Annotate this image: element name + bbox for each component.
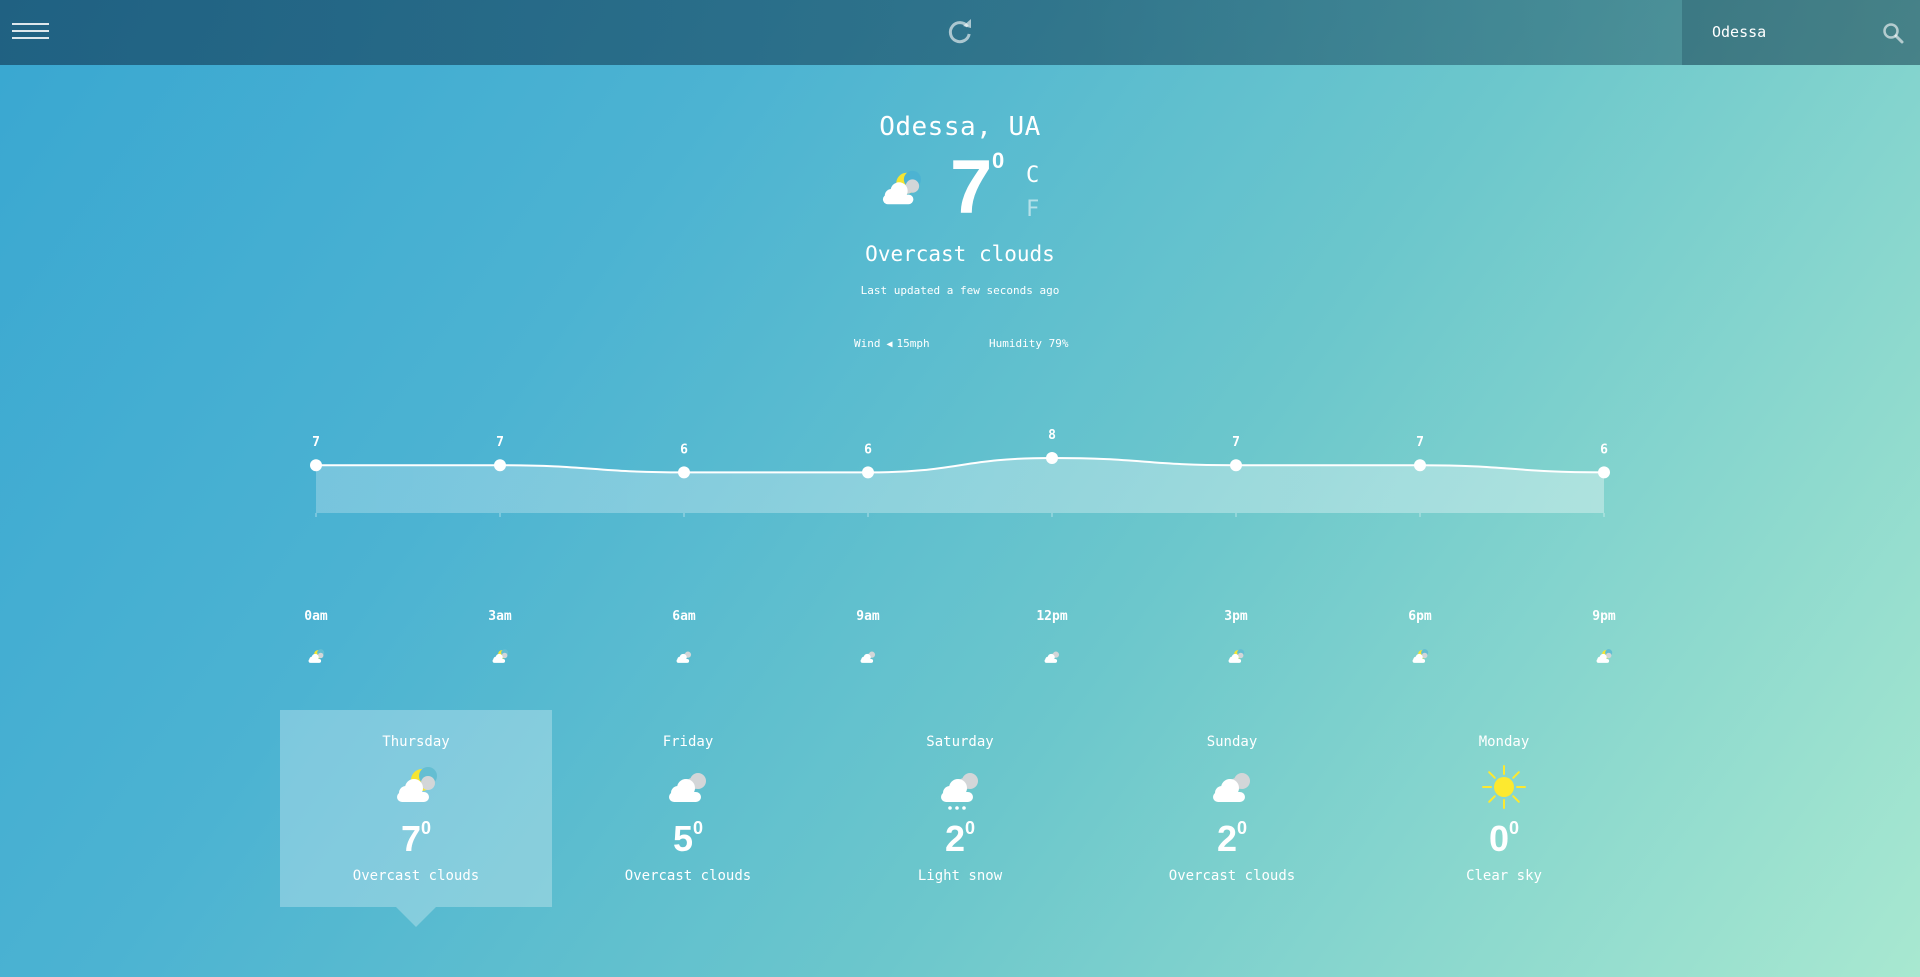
day-condition: Overcast clouds — [624, 868, 752, 884]
day-temperature-value: 2 — [944, 818, 965, 859]
day-name: Saturday — [926, 734, 994, 750]
search-box — [1682, 0, 1920, 65]
day-condition: Light snow — [917, 868, 1003, 884]
day-condition: Overcast clouds — [352, 868, 480, 884]
day-temperature: 20 — [1096, 818, 1368, 860]
day-temperature: 00 — [1368, 818, 1640, 860]
chart-data-label: 6 — [864, 442, 872, 457]
current-temperature: 7 — [950, 145, 993, 230]
location-title: Odessa, UA — [879, 112, 1041, 142]
hour-label: 3am — [488, 609, 512, 624]
chart-point — [678, 466, 690, 479]
chart-data-label: 7 — [312, 435, 320, 450]
partly-cloudy-night-icon — [492, 649, 509, 663]
day-condition: Clear sky — [1466, 868, 1542, 884]
hour-label: 6am — [672, 609, 696, 624]
cloud-icon — [676, 651, 692, 663]
search-input[interactable] — [1712, 20, 1862, 44]
chart-point — [1230, 459, 1242, 472]
daily-forecast: Thursday 70 Overcast clouds Friday 50 Overcas… — [280, 710, 1640, 950]
hamburger-icon[interactable] — [12, 22, 49, 42]
search-icon[interactable] — [1882, 22, 1904, 44]
day-name: Sunday — [1206, 734, 1258, 750]
unit-celsius-toggle[interactable]: C — [1026, 163, 1039, 188]
day-card-friday[interactable]: Friday 50 Overcast clouds — [552, 710, 824, 907]
current-condition: Overcast clouds — [865, 242, 1055, 266]
chart-point — [1414, 459, 1426, 472]
wind-info: Wind ◀ 15mph — [854, 337, 930, 350]
partly-cloudy-night-icon — [1228, 649, 1245, 663]
last-updated-text: Last updated a few seconds ago — [860, 284, 1060, 297]
day-card-saturday[interactable]: Saturday 20 Light snow — [824, 710, 1096, 907]
snow-cloud-icon — [941, 773, 978, 810]
cloudy-icon — [1213, 773, 1250, 802]
hour-label: 12pm — [1036, 609, 1068, 624]
degree-symbol: 0 — [992, 148, 1005, 173]
chart-data-label: 6 — [680, 442, 688, 457]
humidity-value: 79% — [1048, 337, 1069, 350]
day-card-monday[interactable]: Monday 00 Clear sky — [1368, 710, 1640, 907]
cloudy-icon — [669, 773, 706, 802]
chart-point — [862, 466, 874, 479]
partly-cloudy-night-icon — [397, 767, 437, 802]
day-temperature-value: 0 — [1488, 818, 1509, 859]
cloud-icon — [860, 651, 876, 663]
day-condition: Overcast clouds — [1168, 868, 1296, 884]
day-temperature-value: 5 — [672, 818, 693, 859]
hour-label: 3pm — [1224, 609, 1248, 624]
unit-fahrenheit-toggle[interactable]: F — [1026, 197, 1039, 222]
hour-label: 0am — [304, 609, 328, 624]
day-name: Friday — [662, 734, 714, 750]
partly-cloudy-night-icon — [1412, 649, 1429, 663]
cloud-icon — [1044, 651, 1060, 663]
degree-symbol: 0 — [1509, 818, 1520, 838]
humidity-label: Humidity — [989, 337, 1042, 350]
day-temperature-value: 7 — [400, 818, 421, 859]
day-temperature: 70 — [280, 818, 552, 860]
day-temperature-value: 2 — [1216, 818, 1237, 859]
chart-point — [1598, 466, 1610, 479]
day-card-sunday[interactable]: Sunday 20 Overcast clouds — [1096, 710, 1368, 907]
degree-symbol: 0 — [421, 818, 432, 838]
chart-point — [310, 459, 322, 472]
chart-area-fill — [316, 458, 1604, 513]
chart-point — [1046, 452, 1058, 464]
partly-cloudy-night-icon — [308, 649, 325, 663]
wind-label: Wind — [854, 337, 881, 350]
partly-cloudy-night-icon — [882, 170, 921, 205]
day-name: Monday — [1478, 734, 1530, 750]
wind-direction-arrow-icon: ◀ — [886, 339, 893, 350]
chart-data-label: 7 — [496, 435, 504, 450]
top-bar — [0, 0, 1920, 65]
day-card-thursday[interactable]: Thursday 70 Overcast clouds — [280, 710, 552, 927]
chart-data-label: 8 — [1048, 428, 1056, 443]
chart-data-label: 6 — [1600, 442, 1608, 457]
hour-label: 9am — [856, 609, 880, 624]
chart-point — [494, 459, 506, 472]
degree-symbol: 0 — [693, 818, 704, 838]
humidity-info: Humidity 79% — [989, 337, 1068, 350]
degree-symbol: 0 — [1237, 818, 1248, 838]
hourly-temperature-chart: 7 7 6 6 8 7 7 6 — [310, 428, 1610, 517]
day-temperature: 50 — [552, 818, 824, 860]
degree-symbol: 0 — [965, 818, 976, 838]
wind-value: 15mph — [896, 337, 930, 350]
chart-data-label: 7 — [1416, 435, 1424, 450]
chart-data-label: 7 — [1232, 435, 1240, 450]
partly-cloudy-night-icon — [1596, 649, 1613, 663]
day-temperature: 20 — [824, 818, 1096, 860]
day-name: Thursday — [382, 734, 450, 750]
hour-label: 9pm — [1592, 609, 1616, 624]
refresh-icon[interactable] — [946, 17, 974, 45]
hour-label: 6pm — [1408, 609, 1432, 624]
sun-icon — [1482, 765, 1526, 809]
